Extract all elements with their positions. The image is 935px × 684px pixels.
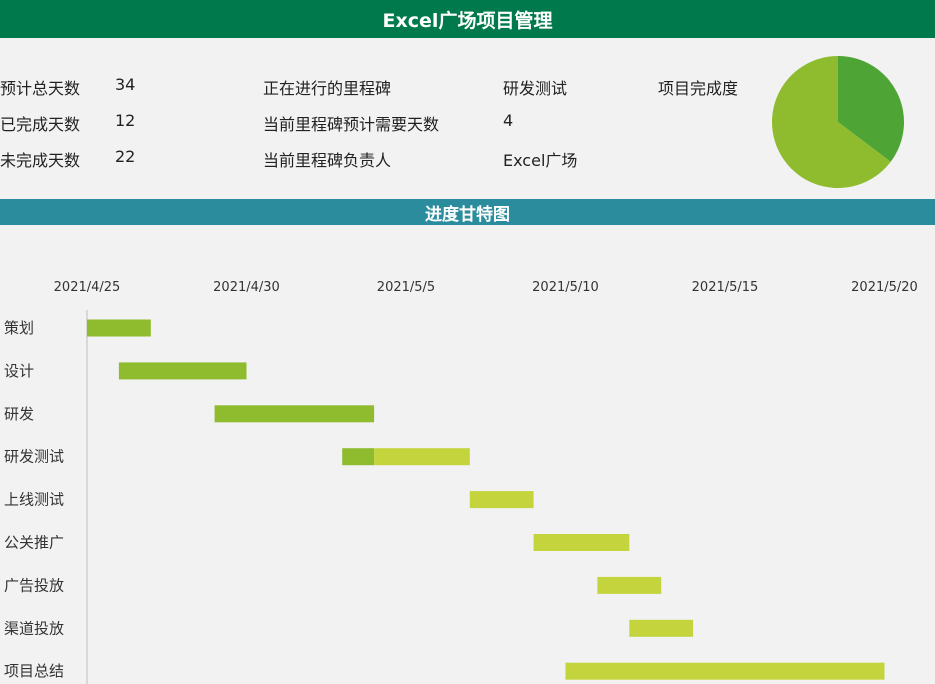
task-bar-done	[342, 448, 375, 466]
gantt-chart: 2021/4/25 2021/4/30 2021/5/5 2021/5/10 2021/…	[4, 280, 918, 684]
task-bar-done	[118, 362, 247, 380]
task-bar-remaining	[565, 662, 885, 680]
current-milestone-label: 正在进行的里程碑	[263, 79, 392, 98]
x-tick-label: 2021/4/25	[54, 280, 121, 295]
total-days-label: 预计总天数	[0, 79, 81, 98]
gantt-section-title: 进度甘特图	[0, 199, 935, 225]
x-tick-label: 2021/5/20	[851, 280, 918, 295]
task-bar-remaining	[374, 448, 470, 466]
task-bar-remaining	[629, 619, 694, 637]
milestone-days-label: 当前里程碑预计需要天数	[263, 115, 440, 134]
task-bar-done	[214, 405, 375, 423]
task-label: 研发测试	[4, 448, 64, 466]
task-bar-remaining	[597, 576, 662, 594]
task-label: 策划	[4, 319, 34, 337]
x-tick-label: 2021/4/30	[213, 280, 280, 295]
task-label: 公关推广	[4, 534, 64, 552]
total-days-value: 34	[115, 75, 136, 94]
x-tick-label: 2021/5/10	[532, 280, 599, 295]
task-label: 研发	[4, 405, 34, 423]
done-days-label: 已完成天数	[0, 115, 81, 134]
owner-value: Excel广场	[503, 151, 578, 170]
task-label: 项目总结	[4, 662, 64, 680]
x-tick-label: 2021/5/5	[377, 280, 435, 295]
task-label: 设计	[4, 362, 34, 380]
completion-label: 项目完成度	[658, 79, 739, 98]
task-bar-remaining	[533, 534, 630, 551]
task-label: 广告投放	[4, 576, 64, 594]
completion-pie	[770, 54, 906, 190]
milestone-days-value: 4	[503, 111, 514, 130]
task-label: 渠道投放	[4, 619, 64, 637]
remaining-days-label: 未完成天数	[0, 151, 81, 170]
page-title: Excel广场项目管理	[0, 0, 935, 38]
current-milestone-value: 研发测试	[503, 79, 568, 98]
owner-label: 当前里程碑负责人	[263, 151, 392, 170]
task-bar-done	[87, 319, 151, 337]
x-tick-label: 2021/5/15	[692, 280, 759, 295]
done-days-value: 12	[115, 111, 136, 130]
remaining-days-value: 22	[115, 147, 136, 166]
task-label: 上线测试	[4, 491, 64, 509]
task-bar-remaining	[469, 491, 534, 509]
